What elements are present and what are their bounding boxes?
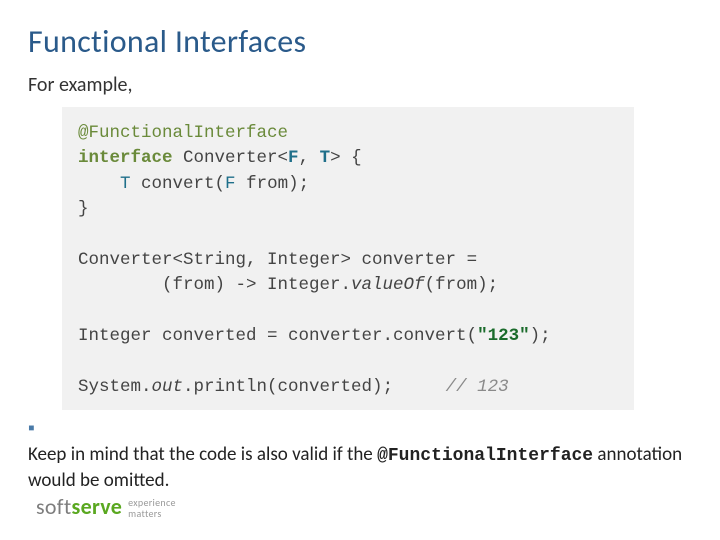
slide-title: Functional Interfaces	[28, 22, 692, 61]
code-generic: T	[120, 174, 131, 194]
code-text	[78, 174, 120, 194]
code-text: Converter<	[173, 148, 289, 168]
bullet-icon: ▪	[28, 416, 38, 442]
code-text: .println(converted);	[183, 377, 446, 397]
logo-soft: soft	[36, 493, 72, 520]
note-text: Keep in mind that the code is also valid…	[28, 443, 377, 466]
code-block: @FunctionalInterface interface Converter…	[62, 107, 634, 410]
code-annotation: @FunctionalInterface	[78, 123, 288, 143]
code-text: Integer converted = converter.convert(	[78, 326, 477, 346]
logo-tagline: experiencematters	[128, 498, 176, 519]
code-field: out	[152, 377, 184, 397]
code-text: > {	[330, 148, 362, 168]
code-text: (from) -> Integer.	[78, 275, 351, 295]
code-generic: F	[225, 174, 236, 194]
code-text: System.	[78, 377, 152, 397]
footnote: ▪Keep in mind that the code is also vali…	[28, 416, 692, 494]
code-text: }	[78, 199, 89, 219]
code-generic: F	[288, 148, 299, 168]
code-text: from);	[236, 174, 310, 194]
code-text: Converter<String, Integer> converter =	[78, 250, 477, 270]
code-text: );	[530, 326, 551, 346]
code-text: (from);	[425, 275, 499, 295]
code-method: valueOf	[351, 275, 425, 295]
code-comment: // 123	[446, 377, 509, 397]
code-text: ,	[299, 148, 320, 168]
intro-text: For example,	[28, 73, 692, 97]
code-text: convert(	[131, 174, 226, 194]
logo-serve: serve	[72, 493, 123, 520]
brand-logo: softserveexperiencematters	[36, 493, 176, 520]
code-keyword: interface	[78, 148, 173, 168]
code-string: "123"	[477, 326, 530, 346]
note-code: @FunctionalInterface	[377, 446, 593, 466]
code-generic: T	[320, 148, 331, 168]
